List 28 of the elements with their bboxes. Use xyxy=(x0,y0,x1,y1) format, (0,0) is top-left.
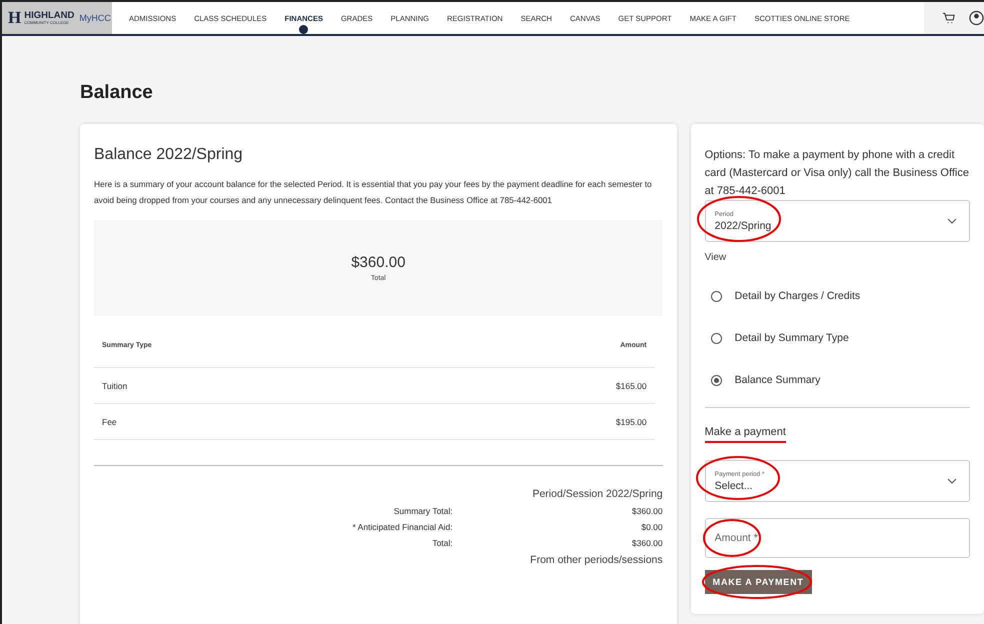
summary-label: * Anticipated Financial Aid: xyxy=(352,522,453,532)
view-radio-option[interactable]: Detail by Summary Type xyxy=(704,317,970,359)
table-cell: Fee xyxy=(102,416,117,426)
table-cell: $165.00 xyxy=(616,380,647,390)
session-heading: From other periods/sessions xyxy=(530,554,663,566)
table-cell: $195.00 xyxy=(616,416,647,426)
summary-value: $360.00 xyxy=(632,538,663,548)
page-title: Balance xyxy=(80,82,154,104)
description-text: Here is a summary of your account balance for the selected Period. It is essential that you pay your fees by the payment deadline for each semester to avoid being dropped from your courses and any unnecessary delinquent fees. Contact the Business Office at 785-442-6001 xyxy=(94,178,653,207)
cart-icon[interactable] xyxy=(942,11,956,25)
make-payment-button[interactable]: MAKE A PAYMENT xyxy=(704,570,812,594)
make-payment-heading: Make a payment xyxy=(704,426,786,443)
total-amount: $360.00 xyxy=(351,254,406,271)
user-icon[interactable] xyxy=(969,10,984,26)
options-note: Options: To make a payment by phone with a credit card (Mastercard or Visa only) call the Business Office at 785-442-6001 xyxy=(704,148,970,199)
summary-value: $0.00 xyxy=(641,522,663,532)
summary-label: Total: xyxy=(432,538,453,548)
view-label: View xyxy=(704,252,728,263)
view-radio-option[interactable]: Balance Summary xyxy=(704,359,970,401)
amount-field[interactable]: Amount * xyxy=(704,518,970,558)
view-radio-option[interactable]: Detail by Charges / Credits xyxy=(704,275,970,317)
chevron-down-icon xyxy=(947,478,957,484)
summary-label: Summary Total: xyxy=(394,506,453,516)
card-title: Balance 2022/Spring xyxy=(94,146,244,164)
table-cell: Tuition xyxy=(102,380,128,390)
session-heading: Period/Session 2022/Spring xyxy=(532,488,663,500)
chevron-down-icon xyxy=(947,218,957,224)
summary-value: $360.00 xyxy=(632,506,663,516)
